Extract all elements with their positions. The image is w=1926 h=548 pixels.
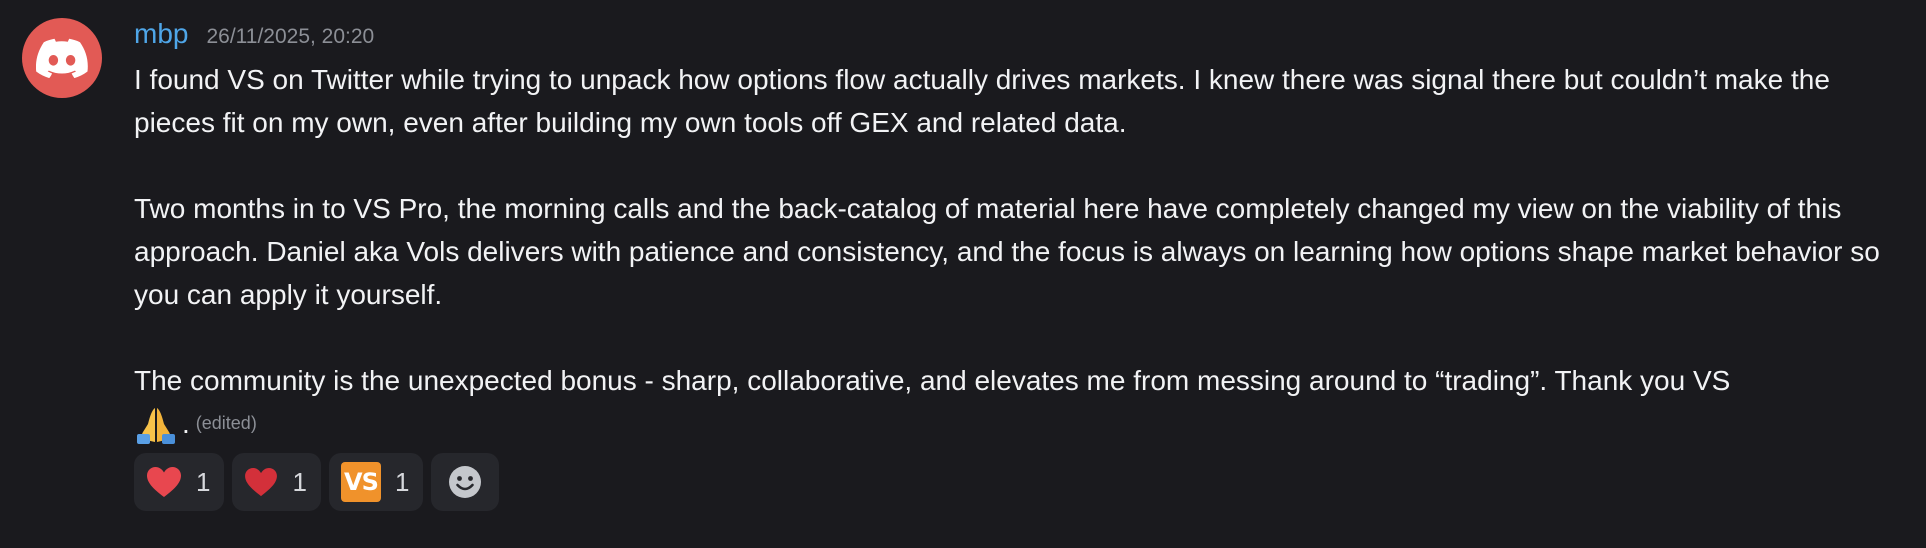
message-body: I found VS on Twitter while trying to un… — [134, 58, 1906, 445]
chat-message: mbp 26/11/2025, 20:20 I found VS on Twit… — [0, 0, 1926, 548]
reaction-count: 1 — [292, 466, 307, 497]
message-end-line: . (edited) — [134, 402, 1906, 445]
edited-label[interactable]: (edited) — [196, 402, 257, 445]
reactions-bar: 1 1 VS 1 — [134, 453, 1906, 511]
message-paragraph-3: The community is the unexpected bonus - … — [134, 365, 1731, 396]
vs-logo-icon: VS — [340, 462, 381, 502]
heart-icon — [245, 467, 278, 497]
reaction-count: 1 — [196, 466, 211, 497]
folded-hands-icon — [134, 402, 178, 446]
smiley-icon — [449, 466, 482, 498]
username[interactable]: mbp — [134, 18, 188, 50]
reaction-vs[interactable]: VS 1 — [328, 453, 424, 511]
discord-logo-icon — [36, 38, 88, 78]
reaction-count: 1 — [394, 466, 410, 497]
message-content: mbp 26/11/2025, 20:20 I found VS on Twit… — [134, 18, 1906, 511]
reaction-red-heart[interactable]: 1 — [134, 453, 225, 511]
red-heart-icon — [147, 467, 181, 497]
trailing-period: . — [182, 408, 190, 439]
message-paragraph-1: I found VS on Twitter while trying to un… — [134, 64, 1830, 138]
message-header: mbp 26/11/2025, 20:20 — [134, 18, 1906, 58]
avatar[interactable] — [22, 18, 102, 98]
add-reaction-button[interactable] — [431, 453, 500, 511]
timestamp[interactable]: 26/11/2025, 20:20 — [206, 25, 374, 49]
reaction-heart[interactable]: 1 — [232, 453, 321, 511]
message-paragraph-2: Two months in to VS Pro, the morning cal… — [134, 193, 1880, 310]
